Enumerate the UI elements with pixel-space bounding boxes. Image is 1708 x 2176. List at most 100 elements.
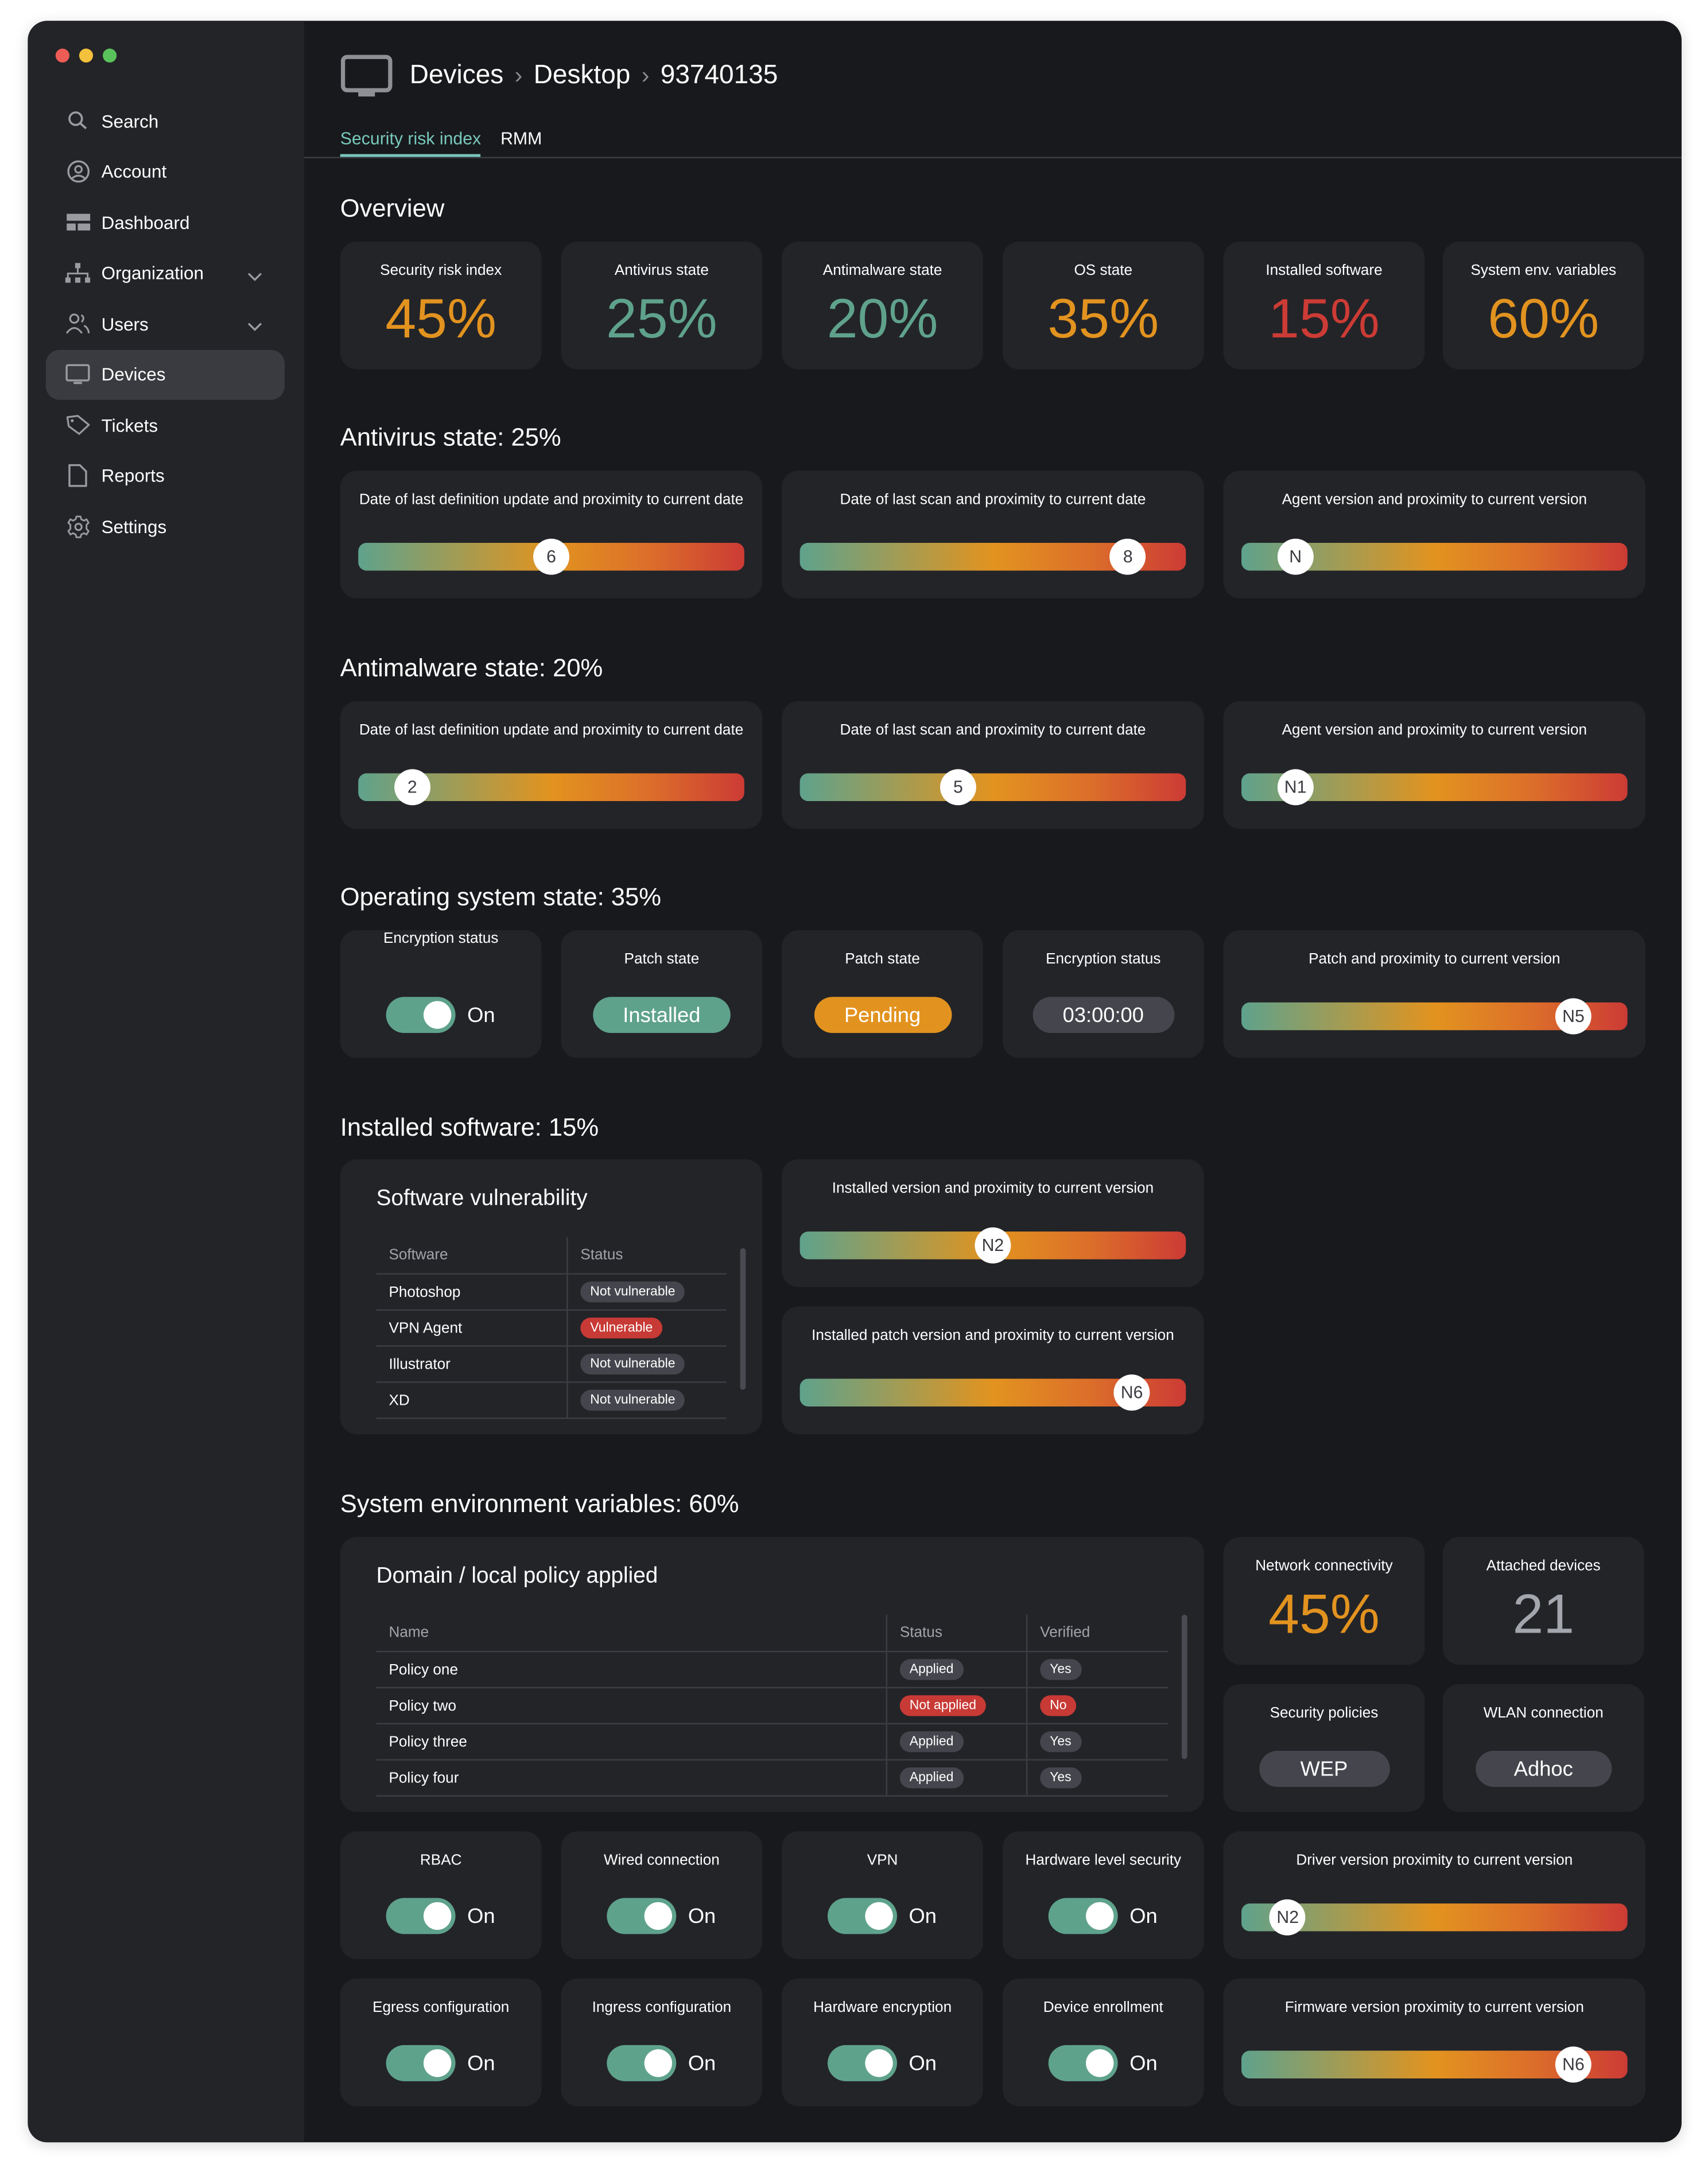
card-label: Patch and proximity to current version	[1309, 951, 1561, 968]
toggle-switch[interactable]	[607, 2045, 677, 2081]
overview-stat-card: System env. variables 60%	[1442, 241, 1644, 370]
software-name: Illustrator	[376, 1346, 568, 1383]
overview-stat-card: Security risk index 45%	[340, 241, 542, 370]
tab-rmm[interactable]: RMM	[500, 129, 542, 157]
toggle-switch[interactable]	[1049, 1898, 1119, 1934]
close-window-button[interactable]	[55, 48, 69, 63]
card-label: Date of last definition update and proxi…	[359, 491, 744, 508]
card-label: Device enrollment	[1043, 1999, 1163, 2016]
toggle-switch[interactable]	[1049, 2045, 1119, 2081]
toggle-row: On	[782, 2045, 983, 2081]
breadcrumb-desktop[interactable]: Desktop	[534, 61, 631, 91]
proximity-knob[interactable]: N	[1277, 538, 1314, 575]
proximity-knob[interactable]: N2	[1270, 1899, 1306, 1936]
toggle-switch[interactable]	[607, 1898, 677, 1934]
proximity-track: 5	[799, 769, 1186, 806]
sidebar-item-search[interactable]: Search	[46, 96, 285, 146]
toggle-switch[interactable]	[386, 2045, 456, 2081]
column-header-name[interactable]: Name	[376, 1614, 887, 1653]
proximity-track: N2	[1241, 1899, 1628, 1936]
card-label: WLAN connection	[1483, 1705, 1604, 1722]
column-header-software[interactable]: Software	[376, 1237, 568, 1275]
stat-value: 20%	[826, 289, 938, 350]
proximity-track: N2	[799, 1227, 1186, 1264]
sysenv-toggle-card: Egress configuration On	[340, 1978, 542, 2107]
toggle-switch[interactable]	[828, 2045, 898, 2081]
sidebar-item-devices[interactable]: Devices	[45, 349, 285, 399]
column-header-verified[interactable]: Verified	[1026, 1614, 1168, 1653]
proximity-track: N	[1241, 538, 1628, 575]
table-row[interactable]: Policy four Applied Yes	[376, 1759, 1168, 1797]
antimalware-slider-card: Agent version and proximity to current v…	[1223, 701, 1646, 829]
table-row[interactable]: Policy two Not applied No	[376, 1687, 1168, 1725]
sidebar-item-account[interactable]: Account	[46, 146, 285, 196]
toggle-switch[interactable]	[386, 1898, 456, 1934]
card-label: Antimalware state	[822, 262, 942, 279]
table-row[interactable]: VPN Agent Vulnerable	[376, 1310, 727, 1347]
card-label: RBAC	[420, 1852, 462, 1869]
maximize-window-button[interactable]	[103, 48, 117, 63]
sysenv-toggle-card: Ingress configuration On	[561, 1978, 763, 2107]
table-scrollbar[interactable]	[1181, 1614, 1187, 1759]
card-label: Network connectivity	[1255, 1557, 1393, 1575]
table-scrollbar[interactable]	[740, 1248, 746, 1390]
sysenv-toggle-card: Hardware level security On	[1002, 1831, 1204, 1959]
encryption-toggle[interactable]	[386, 997, 456, 1033]
proximity-knob[interactable]: N6	[1555, 2046, 1591, 2083]
proximity-knob[interactable]: 2	[394, 769, 430, 806]
sidebar-item-dashboard[interactable]: Dashboard	[46, 197, 285, 247]
card-label: Firmware version proximity to current ve…	[1284, 1999, 1584, 2016]
column-header-status[interactable]: Status	[886, 1614, 1027, 1653]
antivirus-slider-card: Agent version and proximity to current v…	[1223, 471, 1646, 599]
sidebar-item-tickets[interactable]: Tickets	[46, 400, 285, 450]
proximity-track: 8	[799, 538, 1186, 575]
overview-stat-card: Antivirus state 25%	[561, 241, 763, 370]
status-badge: Vulnerable	[580, 1318, 663, 1339]
toggle-state-label: On	[688, 2051, 716, 2075]
proximity-knob[interactable]: 5	[940, 769, 976, 806]
installed-patch-slider-card: Installed patch version and proximity to…	[782, 1306, 1204, 1435]
sidebar-item-reports[interactable]: Reports	[46, 450, 285, 500]
proximity-knob[interactable]: 6	[533, 538, 569, 575]
card-label: Agent version and proximity to current v…	[1282, 722, 1587, 739]
toggle-switch[interactable]	[828, 1898, 898, 1934]
search-icon	[65, 108, 91, 134]
card-label: Security policies	[1270, 1705, 1379, 1722]
proximity-track: 6	[358, 538, 744, 575]
sidebar-item-users[interactable]: Users	[46, 298, 285, 348]
table-row[interactable]: Illustrator Not vulnerable	[376, 1346, 727, 1383]
sidebar-item-label: Account	[101, 161, 167, 182]
breadcrumb-devices[interactable]: Devices	[410, 61, 504, 91]
software-vulnerability-table: Software Status Photoshop Not vulnerable V…	[376, 1237, 727, 1419]
installed-version-slider-card: Installed version and proximity to curre…	[782, 1159, 1204, 1287]
minimize-window-button[interactable]	[79, 48, 94, 63]
document-icon	[65, 463, 91, 488]
status-cell: Not vulnerable	[566, 1382, 727, 1419]
card-label: Encryption status	[1046, 951, 1161, 968]
section-title-overview: Overview	[340, 194, 445, 223]
proximity-knob[interactable]: N5	[1555, 998, 1591, 1035]
table-row[interactable]: Photoshop Not vulnerable	[376, 1273, 727, 1311]
sidebar-item-organization[interactable]: Organization	[46, 248, 285, 298]
sidebar-item-settings[interactable]: Settings	[46, 501, 285, 551]
sidebar-item-label: Dashboard	[101, 211, 190, 233]
column-header-status[interactable]: Status	[566, 1237, 727, 1275]
table-row[interactable]: Policy one Applied Yes	[376, 1651, 1168, 1689]
proximity-knob[interactable]: 8	[1109, 538, 1146, 575]
proximity-track: N6	[799, 1374, 1186, 1411]
toggle-state-label: On	[1129, 1904, 1158, 1928]
driver-version-slider-card: Driver version proximity to current vers…	[1223, 1831, 1646, 1959]
card-label: Encryption status	[383, 930, 499, 947]
proximity-knob[interactable]: N2	[975, 1227, 1011, 1264]
table-row[interactable]: Policy three Applied Yes	[376, 1723, 1168, 1761]
chevron-down-icon[interactable]	[247, 265, 263, 285]
proximity-knob[interactable]: N6	[1113, 1374, 1150, 1411]
toggle-state-label: On	[688, 1904, 716, 1928]
toggle-state-label: On	[909, 1904, 937, 1928]
table-row[interactable]: XD Not vulnerable	[376, 1382, 727, 1419]
verified-badge: No	[1040, 1695, 1077, 1716]
chevron-down-icon[interactable]	[247, 315, 263, 336]
tab-security-risk-index[interactable]: Security risk index	[340, 129, 482, 157]
tab-divider	[304, 157, 1682, 158]
proximity-knob[interactable]: N1	[1277, 769, 1314, 806]
